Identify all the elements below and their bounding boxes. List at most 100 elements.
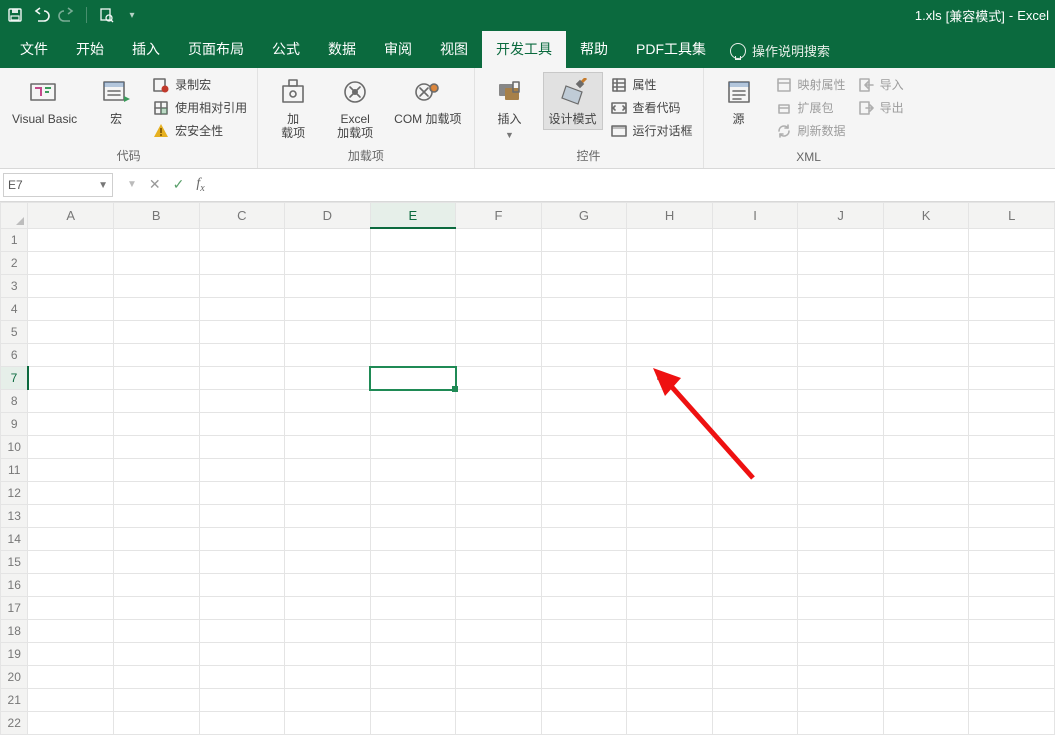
cell[interactable] [113,344,199,367]
cell[interactable] [113,551,199,574]
cell[interactable] [969,298,1055,321]
cell[interactable] [456,551,542,574]
cell[interactable] [969,505,1055,528]
row-header[interactable]: 13 [1,505,28,528]
tab-help[interactable]: 帮助 [566,31,622,68]
cell[interactable] [712,482,798,505]
cell[interactable] [541,252,627,275]
select-all-corner[interactable] [1,203,28,229]
cell[interactable] [712,459,798,482]
cell[interactable] [969,344,1055,367]
cell[interactable] [370,321,456,344]
cell[interactable] [883,597,969,620]
cell[interactable] [969,689,1055,712]
cell[interactable] [113,390,199,413]
cell[interactable] [883,344,969,367]
cell[interactable] [285,643,371,666]
cell[interactable] [798,321,884,344]
formula-input[interactable] [219,174,1055,196]
cell[interactable] [199,551,285,574]
qat-customize-icon[interactable]: ▾ [123,6,141,24]
cell[interactable] [712,344,798,367]
cell[interactable] [969,367,1055,390]
cell[interactable] [969,574,1055,597]
cell[interactable] [883,298,969,321]
row-header[interactable]: 12 [1,482,28,505]
cell[interactable] [370,482,456,505]
cell[interactable] [113,712,199,735]
record-macro-button[interactable]: 录制宏 [149,74,251,95]
cell[interactable] [969,252,1055,275]
cell[interactable] [798,574,884,597]
cell[interactable] [370,689,456,712]
cell[interactable] [199,459,285,482]
cell[interactable] [370,344,456,367]
cell[interactable] [712,390,798,413]
cell[interactable] [798,551,884,574]
cell[interactable] [883,367,969,390]
xml-import-button[interactable]: 导入 [854,74,908,95]
cell[interactable] [199,666,285,689]
cell[interactable] [113,528,199,551]
cell[interactable] [627,413,713,436]
cell[interactable] [113,321,199,344]
cell[interactable] [627,275,713,298]
cell[interactable] [969,321,1055,344]
cell[interactable] [798,643,884,666]
cell[interactable] [798,505,884,528]
cell[interactable] [541,597,627,620]
cell[interactable] [199,344,285,367]
cell[interactable] [285,298,371,321]
cell[interactable] [798,390,884,413]
cell[interactable] [712,367,798,390]
cell[interactable] [883,228,969,252]
cell[interactable] [285,252,371,275]
cell[interactable] [285,574,371,597]
cell[interactable] [370,436,456,459]
cell[interactable] [883,482,969,505]
cell[interactable] [627,367,713,390]
cell[interactable] [370,505,456,528]
cell[interactable] [285,459,371,482]
cell[interactable] [712,413,798,436]
excel-addins-button[interactable]: Excel 加载项 [326,72,384,144]
cell[interactable] [113,413,199,436]
cell[interactable] [113,505,199,528]
cell[interactable] [627,712,713,735]
design-mode-button[interactable]: 设计模式 [543,72,603,130]
cell[interactable] [627,551,713,574]
refresh-data-button[interactable]: 刷新数据 [772,120,850,141]
cell[interactable] [627,390,713,413]
cell[interactable] [456,620,542,643]
cell[interactable] [28,298,114,321]
tab-insert[interactable]: 插入 [118,31,174,68]
cell[interactable] [199,689,285,712]
tab-pagelayout[interactable]: 页面布局 [174,31,258,68]
cell[interactable] [113,574,199,597]
use-relative-refs-button[interactable]: 使用相对引用 [149,97,251,118]
tab-home[interactable]: 开始 [62,31,118,68]
column-header[interactable]: L [969,203,1055,229]
cell[interactable] [285,597,371,620]
cell[interactable] [456,712,542,735]
cell[interactable] [28,413,114,436]
cell[interactable] [541,712,627,735]
cell[interactable] [712,620,798,643]
cell[interactable] [627,620,713,643]
undo-icon[interactable] [32,6,50,24]
cell[interactable] [541,436,627,459]
cell[interactable] [28,666,114,689]
spreadsheet-grid[interactable]: ABCDEFGHIJKL1234567891011121314151617181… [0,202,1055,745]
column-header[interactable]: I [712,203,798,229]
cell[interactable] [798,228,884,252]
cell[interactable] [199,275,285,298]
row-header[interactable]: 9 [1,413,28,436]
visual-basic-button[interactable]: Visual Basic [6,72,83,130]
column-header[interactable]: J [798,203,884,229]
cell[interactable] [370,459,456,482]
cell[interactable] [199,321,285,344]
cell[interactable] [285,666,371,689]
cell[interactable] [712,712,798,735]
cell[interactable] [28,643,114,666]
cell[interactable] [712,689,798,712]
